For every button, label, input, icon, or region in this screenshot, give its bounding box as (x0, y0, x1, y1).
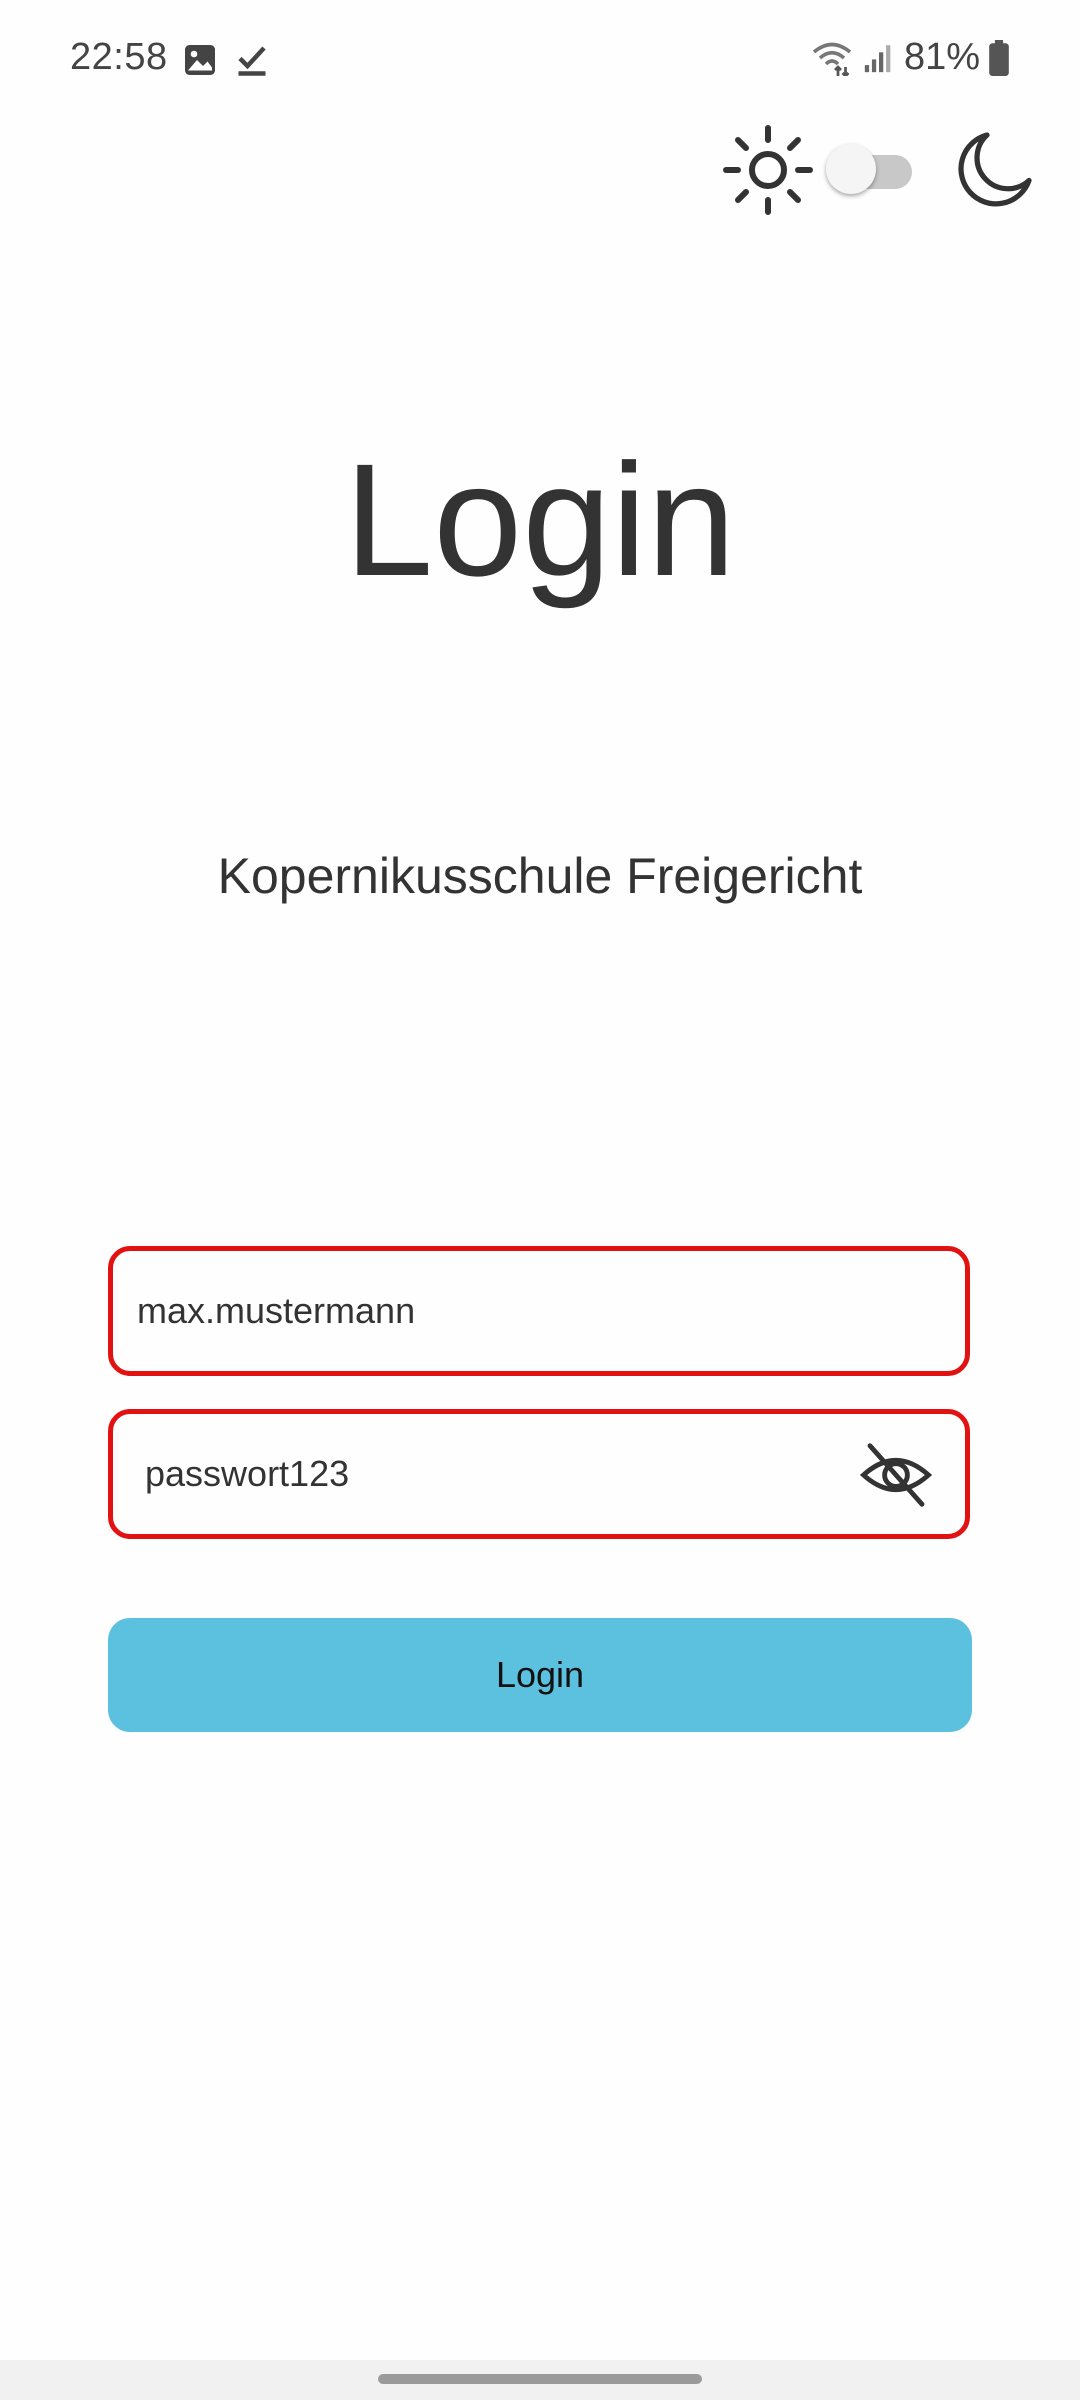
status-notification-icons (182, 42, 270, 78)
eye-off-icon[interactable] (857, 1436, 935, 1514)
page-title: Login (344, 430, 736, 609)
signal-icon (864, 44, 891, 72)
status-bar: 22:58 81% (0, 0, 1080, 120)
sun-icon (723, 125, 813, 215)
image-icon (185, 45, 215, 75)
battery-percent: 81% (903, 36, 980, 78)
home-gesture-handle[interactable] (378, 2374, 702, 2384)
moon-icon (958, 132, 1032, 207)
toggle-thumb (826, 144, 876, 194)
school-name: Kopernikusschule Freigericht (217, 848, 863, 904)
login-screen: 22:58 81% Login Kopernikusschule Freiger… (0, 0, 1080, 2400)
theme-switcher (720, 120, 1036, 220)
navigation-bar (0, 2360, 1080, 2400)
password-input[interactable] (145, 1414, 845, 1534)
dark-mode-toggle[interactable] (826, 144, 912, 194)
status-system-icons: 81% (810, 36, 1010, 79)
password-field (108, 1409, 970, 1539)
check-icon (238, 46, 266, 76)
username-input[interactable] (137, 1251, 937, 1371)
login-button[interactable]: Login (108, 1618, 972, 1732)
username-field (108, 1246, 970, 1376)
status-time: 22:58 (70, 36, 168, 78)
battery-icon (989, 39, 1009, 76)
wifi-icon (812, 42, 852, 76)
